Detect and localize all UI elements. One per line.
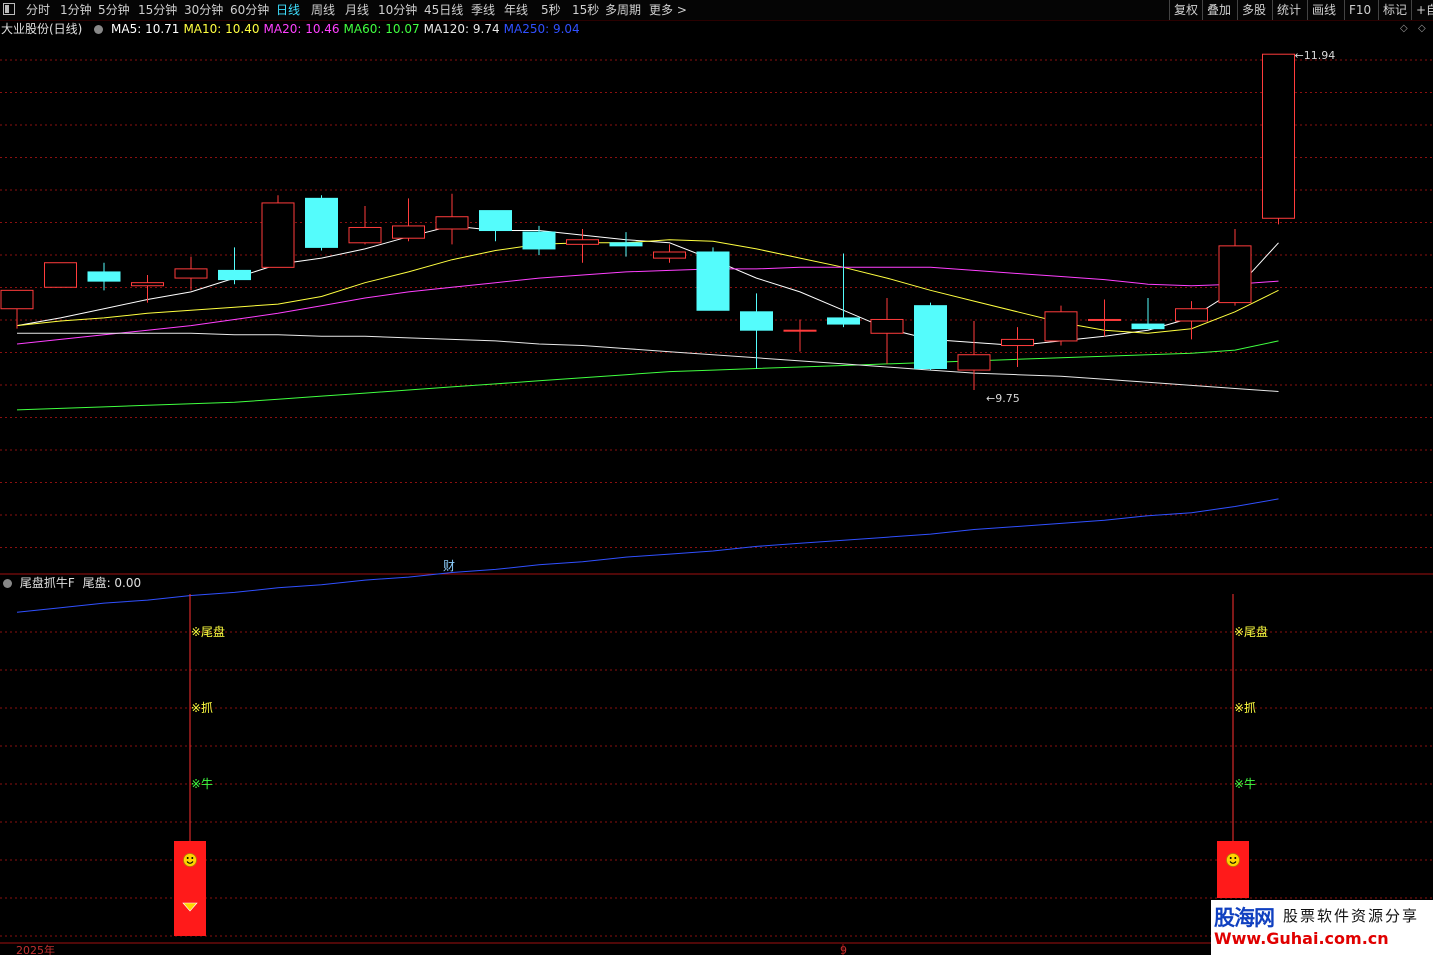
period-tab[interactable]: 日线 [276,0,300,20]
toolbar-button[interactable]: 标记 [1378,0,1411,20]
time-axis-label: 2025年 [16,943,55,955]
diamond-icon[interactable]: ◇ [1400,23,1408,34]
ma-line [16,340,1279,411]
candle-body [696,251,730,311]
smiley-eye [186,857,189,859]
period-tab[interactable]: 季线 [471,0,495,20]
low-price-label: ←9.75 [986,392,1020,405]
ma-line [16,498,1279,613]
ma-legend-item: MA250: 9.04 [503,22,580,36]
candle-body [1262,53,1295,219]
stock-chart[interactable]: ←11.94←9.75财※尾盘※抓※牛※尾盘※抓※牛2025年9 [0,0,1433,955]
smiley-eye [1229,857,1232,859]
chart-title: 大业股份(日线) [1,22,83,36]
period-tab[interactable]: 15分钟 [138,0,177,20]
smiley-icon [1226,853,1240,867]
period-tab[interactable]: 更多 > [649,0,687,20]
signal-label: ※尾盘 [191,624,225,639]
watermark-line3: Www.Guhai.com.cn [1214,929,1389,948]
indicator-value: 尾盘: 0.00 [82,576,142,590]
candle-body [44,262,77,288]
candle-body [653,251,686,259]
candle-body [348,226,382,244]
candle-body [261,202,295,268]
candle-body [566,239,599,245]
signal-label: ※牛 [1234,776,1256,791]
candle-body [131,282,164,287]
candle-body [1218,245,1252,304]
period-tab[interactable]: 多周期 [605,0,641,20]
toolbar-button[interactable]: +自 [1411,0,1433,20]
signal-label: ※抓 [1234,701,1256,715]
smiley-eye [1234,857,1237,859]
ma-legend-item: MA10: 10.40 [183,22,260,36]
candle-body [479,210,512,232]
period-tab[interactable]: 45日线 [424,0,463,20]
signal-box [1217,841,1249,898]
candle-body [522,231,556,250]
period-tab[interactable]: 5秒 [541,0,561,20]
candle-body [740,311,773,331]
watermark-line1: 股海网 [1214,906,1275,930]
candle-body [305,197,338,248]
period-tab[interactable]: 5分钟 [98,0,130,20]
period-tab[interactable]: 年线 [504,0,528,20]
candle-body [609,242,643,247]
period-tab[interactable]: 15秒 [572,0,599,20]
watermark-logo: 股海网 股票软件资源分享 Www.Guhai.com.cn [1211,900,1433,955]
period-tab[interactable]: 1分钟 [60,0,92,20]
signal-label: ※尾盘 [1234,624,1268,639]
toolbar-button[interactable]: 复权 [1169,0,1202,20]
ma-legend-item: MA120: 9.74 [423,22,500,36]
toolbar-button[interactable]: 画线 [1307,0,1340,20]
indicator-title: 尾盘抓牛F [19,576,75,590]
signal-label: ※牛 [191,776,213,791]
period-tab[interactable]: 周线 [311,0,335,20]
candle-body [914,305,947,370]
signal-label: ※抓 [191,701,213,715]
candle-body [1131,323,1165,330]
candle-body [174,268,208,279]
candle-body [1088,318,1121,321]
period-toolbar: 分时 1分钟 5分钟 15分钟 30分钟 60分钟 日线 周线 月线 10分钟 45日线 季线 年线 5秒… [0,0,1433,21]
candle-body [783,329,817,332]
candle-body [957,354,991,371]
candle-body [1175,308,1208,322]
collapse-icon[interactable] [3,579,12,588]
candle-body [1001,338,1034,347]
high-price-label: ←11.94 [1295,49,1336,62]
ma-line [17,332,1279,392]
candle-body [0,289,34,310]
toolbar-button[interactable]: 多股 [1237,0,1270,20]
smiley-icon [183,853,197,867]
period-tab[interactable]: 60分钟 [230,0,269,20]
ma-legend-item: MA20: 10.46 [263,22,340,36]
panel-toggle-icon[interactable] [3,3,15,15]
period-tab[interactable]: 分时 [26,0,50,20]
toolbar-button[interactable]: 叠加 [1202,0,1235,20]
watermark-line2: 股票软件资源分享 [1283,907,1420,925]
period-tab[interactable]: 月线 [345,0,369,20]
main-legend: 大业股份(日线) MA5: 10.71 MA10: 10.40 MA20: 10.4… [0,21,588,37]
candle-body [218,269,251,281]
candle-body [87,271,121,282]
ma-legend-item: MA5: 10.71 [111,22,180,36]
ma-legend-item: MA60: 10.07 [343,22,420,36]
toolbar-button[interactable]: F10 [1344,0,1375,20]
indicator-legend: 尾盘抓牛F 尾盘: 0.00 [0,575,145,591]
period-tab[interactable]: 10分钟 [378,0,417,20]
ma-line [16,266,1279,345]
candle-body [392,225,425,239]
period-tab[interactable]: 30分钟 [184,0,223,20]
candle-body [1044,311,1078,342]
finance-marker: 财 [443,559,455,573]
toolbar-button[interactable]: 统计 [1272,0,1305,20]
candle-body [870,318,904,334]
candle-body [435,216,469,230]
smiley-eye [191,857,194,859]
diamond-icon[interactable]: ◇ [1418,23,1426,34]
candle-body [827,317,860,325]
collapse-icon[interactable] [94,25,104,34]
